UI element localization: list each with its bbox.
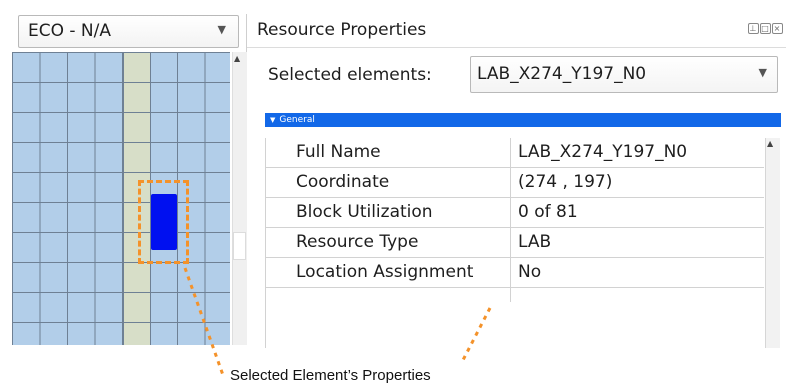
selected-elements-value: LAB_X274_Y197_N0 xyxy=(477,64,647,84)
property-value: No xyxy=(518,262,542,282)
general-section-label: General xyxy=(279,115,315,125)
property-value: 0 of 81 xyxy=(518,202,578,222)
table-row[interactable]: Block Utilization 0 of 81 xyxy=(266,198,764,228)
panel-title-icons: ⊥ □ × xyxy=(747,23,783,34)
annotation-caption: Selected Element’s Properties xyxy=(230,367,431,384)
scrollbar-thumb[interactable] xyxy=(233,232,246,260)
properties-scrollbar[interactable] xyxy=(765,138,780,348)
collapse-triangle-icon: ▼ xyxy=(270,116,276,124)
planner-scrollbar[interactable] xyxy=(232,52,247,345)
table-row[interactable]: Location Assignment No xyxy=(266,258,764,288)
property-name: Coordinate xyxy=(296,172,390,192)
selected-elements-combo[interactable]: LAB_X274_Y197_N0 ▼ xyxy=(470,56,778,93)
property-value: LAB xyxy=(518,232,552,252)
properties-table: Full Name LAB_X274_Y197_N0 Coordinate (2… xyxy=(265,138,767,348)
property-name: Location Assignment xyxy=(296,262,474,282)
divider xyxy=(247,47,786,48)
chevron-down-icon: ▼ xyxy=(217,23,226,36)
eco-select[interactable]: ECO - N/A ▼ xyxy=(18,15,239,48)
property-value: (274 , 197) xyxy=(518,172,613,192)
general-section-header[interactable]: ▼ General xyxy=(265,113,781,127)
pin-icon[interactable]: ⊥ xyxy=(748,23,759,34)
scroll-up-icon[interactable]: ▲ xyxy=(767,139,773,148)
grid-line xyxy=(123,52,124,345)
table-row[interactable]: Resource Type LAB xyxy=(266,228,764,258)
selected-elements-label: Selected elements: xyxy=(268,65,432,85)
table-row[interactable]: Full Name LAB_X274_Y197_N0 xyxy=(266,138,764,168)
panel-title: Resource Properties xyxy=(257,20,427,40)
eco-select-value: ECO - N/A xyxy=(28,21,112,41)
float-icon[interactable]: □ xyxy=(760,23,771,34)
property-value: LAB_X274_Y197_N0 xyxy=(518,142,688,162)
table-row[interactable]: Coordinate (274 , 197) xyxy=(266,168,764,198)
scroll-up-icon[interactable]: ▲ xyxy=(234,54,240,63)
chevron-down-icon: ▼ xyxy=(758,66,767,79)
property-name: Full Name xyxy=(296,142,381,162)
chip-planner-grid[interactable] xyxy=(12,52,230,345)
property-name: Block Utilization xyxy=(296,202,433,222)
column-divider[interactable] xyxy=(510,138,511,302)
selection-highlight xyxy=(138,180,189,264)
close-icon[interactable]: × xyxy=(772,23,783,34)
property-name: Resource Type xyxy=(296,232,419,252)
